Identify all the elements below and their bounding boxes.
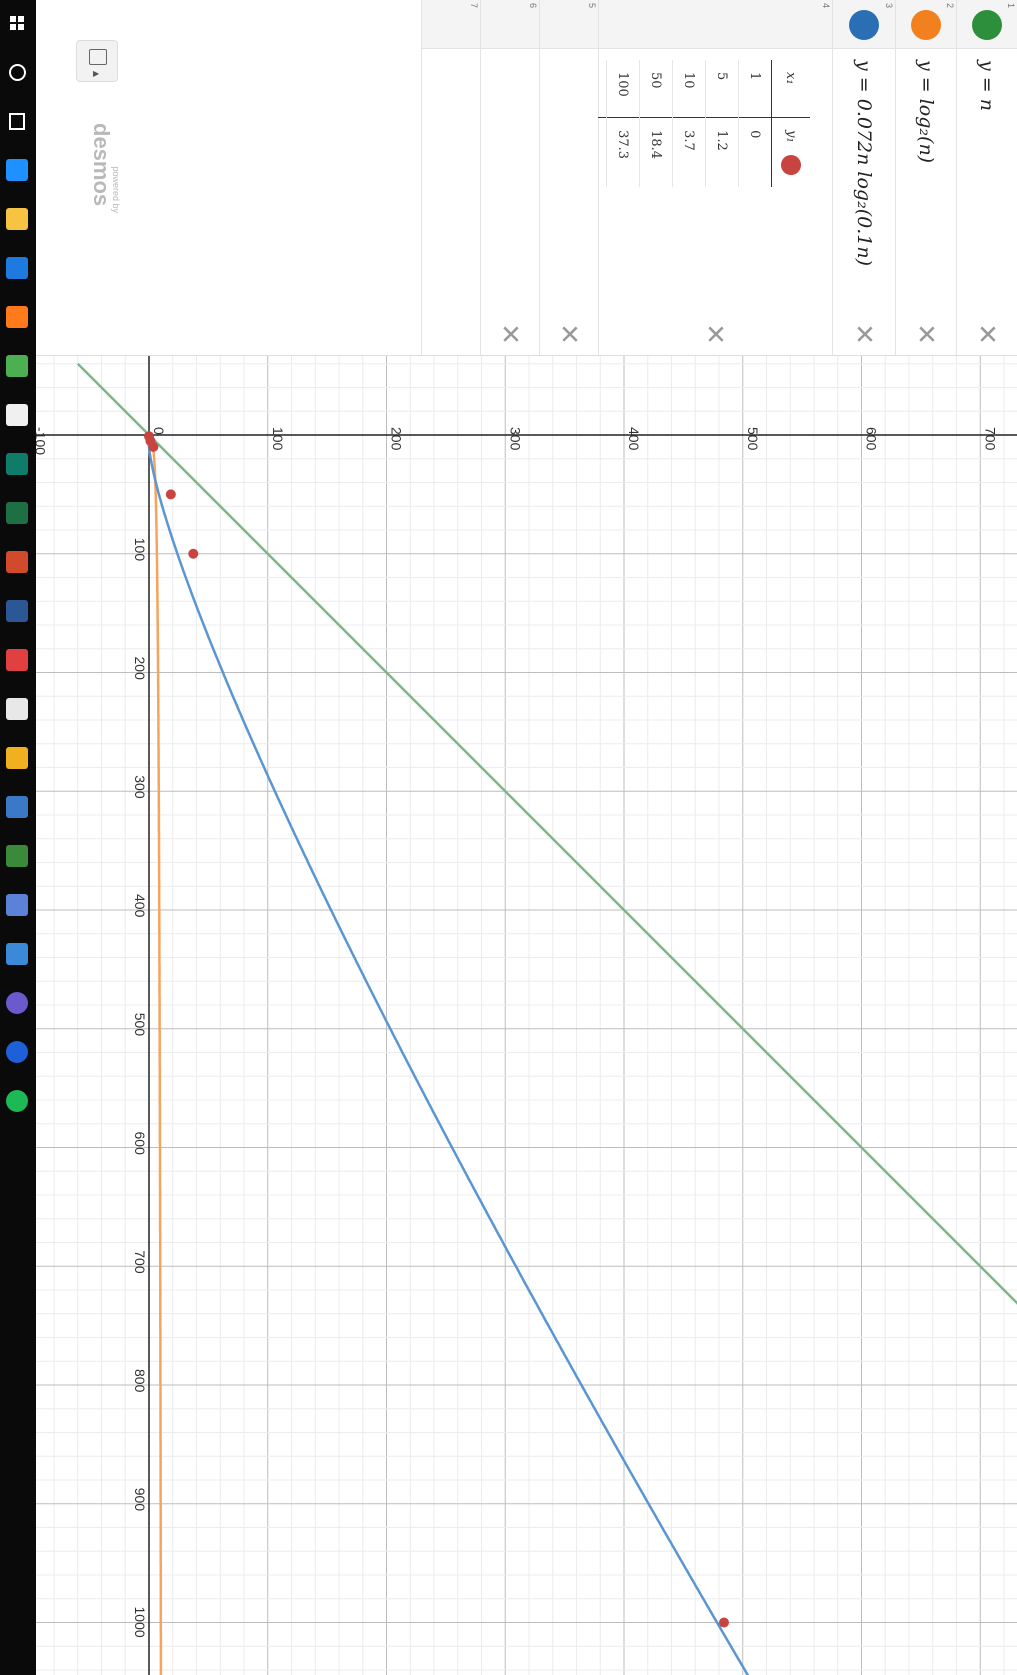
table-header-x[interactable]: x₁ <box>771 60 810 118</box>
tick-label: 500 <box>745 427 761 451</box>
expression-3[interactable]: 3 y = 0.072n log₂(0.1n) ✕ <box>832 0 895 355</box>
points-style-icon[interactable] <box>781 154 801 175</box>
keyboard-icon <box>89 49 107 65</box>
tick-label: -100 <box>36 427 48 455</box>
tick-label: 0 <box>151 427 167 435</box>
word-icon[interactable] <box>6 600 28 622</box>
tick-label: 800 <box>132 1369 148 1393</box>
table-cell-y[interactable]: 3.7 <box>672 117 706 187</box>
paint-icon[interactable] <box>6 649 28 671</box>
table-row[interactable]: 5 1.2 <box>705 60 739 187</box>
table-cell-y[interactable]: 37.3 <box>606 117 640 187</box>
tick-label: 600 <box>132 1132 148 1156</box>
search-circle-icon[interactable] <box>6 61 28 83</box>
table-cell-y[interactable]: 0 <box>738 117 772 187</box>
table-cell-x[interactable]: 1 <box>738 60 772 118</box>
table-cell-x[interactable]: 5 <box>705 60 739 118</box>
expression-latex[interactable]: y = n <box>976 60 998 111</box>
tick-label: 600 <box>864 427 880 451</box>
expression-2[interactable]: 2 y = log₂(n) ✕ <box>895 0 956 355</box>
delete-icon[interactable]: ✕ <box>911 323 942 345</box>
table-cell-y[interactable]: 18.4 <box>639 117 673 187</box>
taskbar <box>0 0 36 1675</box>
file-explorer-icon[interactable] <box>6 208 28 230</box>
keyboard-toggle-button[interactable]: ▶ <box>76 40 118 82</box>
tick-label: 900 <box>132 1488 148 1512</box>
expression-1[interactable]: 1 y = n ✕ <box>956 0 1017 355</box>
task-view-icon[interactable] <box>6 110 28 132</box>
data-point[interactable] <box>165 489 176 500</box>
paint-palette-icon[interactable] <box>6 747 28 769</box>
table-cell-x[interactable]: 50 <box>639 60 673 118</box>
excel-icon[interactable] <box>6 502 28 524</box>
series-line-1 <box>76 362 1017 1305</box>
caret-right-icon: ▶ <box>93 69 100 78</box>
store-icon[interactable] <box>6 404 28 426</box>
edge-legacy-icon[interactable] <box>6 159 28 181</box>
powerpoint-icon[interactable] <box>6 551 28 573</box>
tick-label: 500 <box>132 1013 148 1037</box>
firefox-icon[interactable] <box>6 306 28 328</box>
desmos-branding: powered by desmos <box>89 123 121 213</box>
tick-label: 300 <box>507 427 523 451</box>
series-line-2 <box>146 434 163 1675</box>
windows-start-icon[interactable] <box>6 12 28 34</box>
tick-label: 200 <box>132 657 148 681</box>
series-line-3 <box>147 435 750 1675</box>
expression-list: 1 y = n ✕ 2 y = log₂(n) ✕ 3 y = 0.072n l… <box>36 0 1017 356</box>
data-point[interactable] <box>148 441 159 452</box>
table-row[interactable]: 100 37.3 <box>606 60 640 187</box>
table-cell-x[interactable]: 10 <box>672 60 706 118</box>
app-s-icon[interactable] <box>6 992 28 1014</box>
tick-label: 1000 <box>132 1607 148 1638</box>
expression-latex[interactable]: y = 0.072n log₂(0.1n) <box>853 60 875 266</box>
spotify-icon[interactable] <box>6 1090 28 1112</box>
delete-icon[interactable]: ✕ <box>495 323 526 345</box>
graph-toggle-icon[interactable] <box>849 10 879 40</box>
expression-empty-6[interactable]: 6 ✕ <box>480 0 539 355</box>
delete-icon[interactable]: ✕ <box>972 323 1003 345</box>
table-cell-y[interactable]: 1.2 <box>705 117 739 187</box>
data-table[interactable]: x₁ y₁ 1051.2103.75018.410037.31000484.2 <box>573 60 810 187</box>
tick-label: 100 <box>270 427 286 451</box>
python-icon[interactable] <box>6 796 28 818</box>
network-icon[interactable] <box>6 894 28 916</box>
tick-label: 300 <box>132 775 148 799</box>
mail-icon[interactable] <box>6 1041 28 1063</box>
edge-icon[interactable] <box>6 257 28 279</box>
tick-label: 400 <box>132 894 148 918</box>
data-point[interactable] <box>188 548 199 559</box>
table-header-y[interactable]: y₁ <box>771 117 810 187</box>
graph-toggle-icon[interactable] <box>911 10 941 40</box>
tick-label: 400 <box>626 427 642 451</box>
delete-icon[interactable]: ✕ <box>849 323 880 345</box>
tick-label: 200 <box>389 427 405 451</box>
graph-canvas[interactable]: -100 0 100 200 300 400 500 600 700 100 200 300 400 50… <box>36 355 1017 1675</box>
graph-toggle-icon[interactable] <box>972 10 1002 40</box>
expression-empty-7[interactable]: 7 <box>421 0 480 355</box>
chrome-icon[interactable] <box>6 355 28 377</box>
remote-desktop-icon[interactable] <box>6 943 28 965</box>
publisher-icon[interactable] <box>6 453 28 475</box>
tick-label: 700 <box>982 427 998 451</box>
delete-icon[interactable]: ✕ <box>700 323 731 345</box>
table-cell-x[interactable]: 100 <box>606 60 640 118</box>
table-row[interactable]: 50 18.4 <box>639 60 673 187</box>
delete-icon[interactable]: ✕ <box>554 323 585 345</box>
table-row[interactable]: 10 3.7 <box>672 60 706 187</box>
table-expression[interactable]: 4 x₁ y₁ 1051.2103.75018.410037.31000484.… <box>573 0 832 355</box>
tick-label: 100 <box>132 538 148 562</box>
tick-label: 700 <box>132 1250 148 1274</box>
expression-empty-5[interactable]: 5 ✕ <box>539 0 598 355</box>
project-icon[interactable] <box>6 845 28 867</box>
snipping-tool-icon[interactable] <box>6 698 28 720</box>
table-row[interactable]: 10 <box>738 60 772 187</box>
expression-latex[interactable]: y = log₂(n) <box>915 60 937 163</box>
data-point[interactable] <box>718 1617 729 1628</box>
